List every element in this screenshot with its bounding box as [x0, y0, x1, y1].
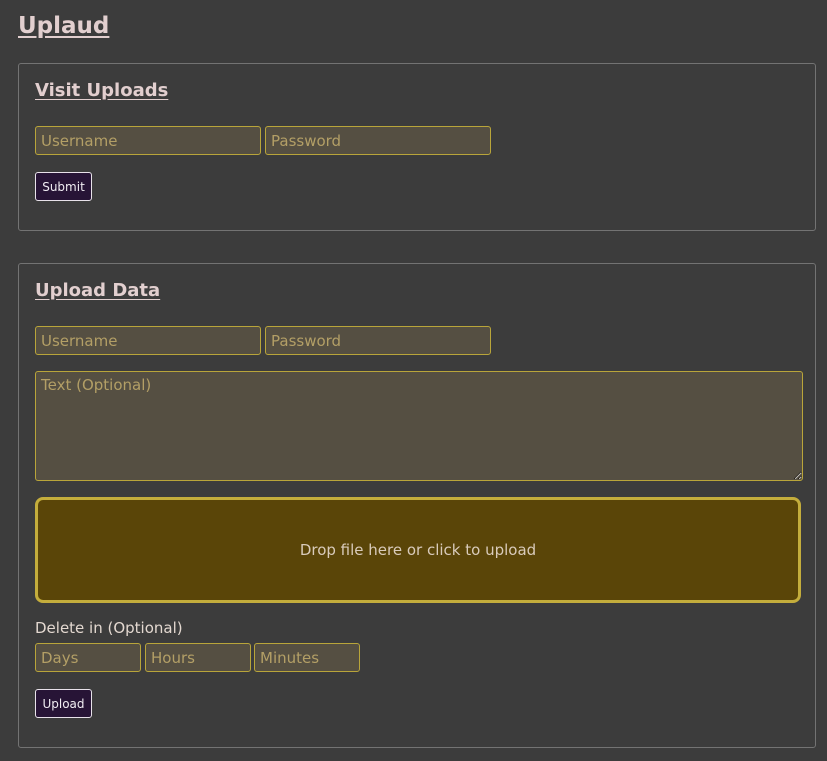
- delete-in-label: Delete in (Optional): [35, 619, 183, 637]
- file-dropzone[interactable]: Drop file here or click to upload: [35, 497, 801, 603]
- delete-hours-input[interactable]: [145, 643, 251, 672]
- app-title: Uplaud: [18, 13, 110, 39]
- submit-button[interactable]: Submit: [35, 172, 92, 201]
- visit-uploads-panel: Visit Uploads Submit: [18, 63, 816, 231]
- visit-uploads-title: Visit Uploads: [35, 80, 169, 101]
- visit-password-input[interactable]: [265, 126, 491, 155]
- upload-password-input[interactable]: [265, 326, 491, 355]
- upload-text-input[interactable]: [35, 371, 803, 481]
- dropzone-text: Drop file here or click to upload: [299, 541, 537, 559]
- visit-username-input[interactable]: [35, 126, 261, 155]
- delete-minutes-input[interactable]: [254, 643, 360, 672]
- upload-data-panel: Upload Data Drop file here or click to u…: [18, 263, 816, 748]
- delete-days-input[interactable]: [35, 643, 141, 672]
- upload-button[interactable]: Upload: [35, 689, 92, 718]
- page: Uplaud Visit Uploads Submit Upload Data …: [0, 0, 827, 761]
- upload-username-input[interactable]: [35, 326, 261, 355]
- upload-data-title: Upload Data: [35, 280, 161, 301]
